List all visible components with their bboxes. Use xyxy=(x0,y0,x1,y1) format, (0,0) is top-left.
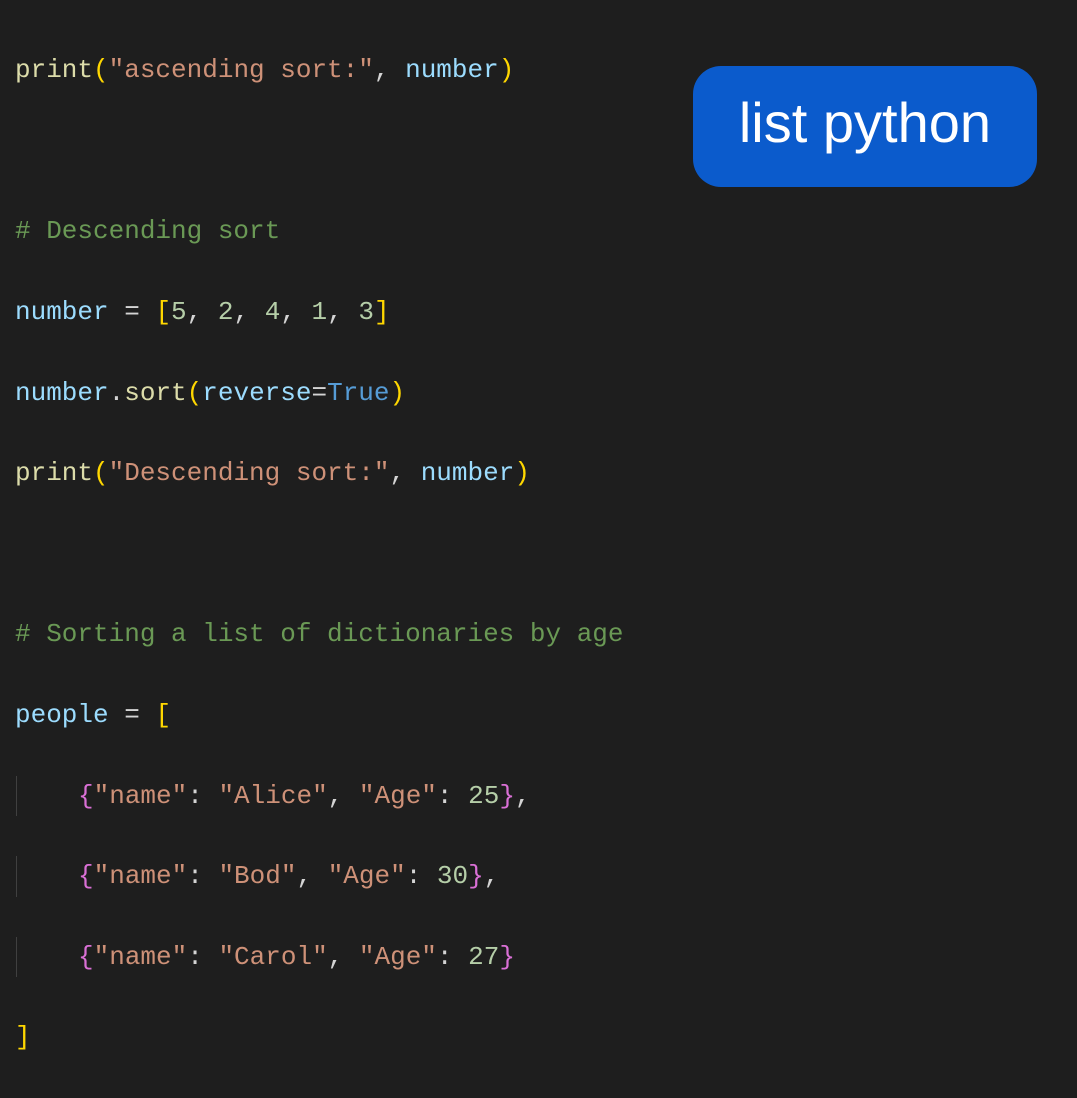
dot: . xyxy=(109,378,125,408)
brace-open: { xyxy=(78,942,94,972)
method-sort: sort xyxy=(124,378,186,408)
var-number: number xyxy=(15,297,109,327)
number-literal: 5 xyxy=(171,297,187,327)
code-line: ] xyxy=(15,1017,1062,1057)
comma: , xyxy=(328,942,359,972)
fn-print: print xyxy=(15,458,93,488)
colon: : xyxy=(437,942,468,972)
colon: : xyxy=(406,861,437,891)
colon: : xyxy=(437,781,468,811)
dict-key: "name" xyxy=(94,861,188,891)
indent-guide xyxy=(16,856,78,896)
brace-open: { xyxy=(78,861,94,891)
comma: , xyxy=(280,297,311,327)
bracket-close: ] xyxy=(374,297,390,327)
number-literal: 3 xyxy=(358,297,374,327)
paren-close: ) xyxy=(390,378,406,408)
colon: : xyxy=(187,861,218,891)
bracket-close: ] xyxy=(15,1022,31,1052)
dict-key: "name" xyxy=(94,942,188,972)
dict-value: "Alice" xyxy=(218,781,327,811)
code-line: # Sorting a list of dictionaries by age xyxy=(15,614,1062,654)
kwarg-reverse: reverse xyxy=(202,378,311,408)
dict-key: "Age" xyxy=(328,861,406,891)
paren-open: ( xyxy=(187,378,203,408)
colon: : xyxy=(187,781,218,811)
string-literal: "Descending sort:" xyxy=(109,458,390,488)
comma: , xyxy=(389,458,420,488)
comma: , xyxy=(484,861,500,891)
var-number: number xyxy=(15,378,109,408)
dict-key: "Age" xyxy=(359,781,437,811)
var-number: number xyxy=(405,55,499,85)
comma: , xyxy=(187,297,218,327)
comma: , xyxy=(515,781,531,811)
number-literal: 30 xyxy=(437,861,468,891)
code-line: number.sort(reverse=True) xyxy=(15,373,1062,413)
number-literal: 1 xyxy=(312,297,328,327)
comment: # Descending sort xyxy=(15,216,280,246)
comment: # Sorting a list of dictionaries by age xyxy=(15,619,624,649)
code-line: print("Descending sort:", number) xyxy=(15,453,1062,493)
dict-key: "Age" xyxy=(359,942,437,972)
paren-open: ( xyxy=(93,458,109,488)
comma: , xyxy=(296,861,327,891)
badge-text: list python xyxy=(739,91,991,154)
string-literal: "ascending sort:" xyxy=(109,55,374,85)
comma: , xyxy=(328,781,359,811)
paren-open: ( xyxy=(93,55,109,85)
code-line: number = [5, 2, 4, 1, 3] xyxy=(15,292,1062,332)
brace-close: } xyxy=(499,781,515,811)
colon: : xyxy=(187,942,218,972)
code-line: {"name": "Bod", "Age": 30}, xyxy=(15,856,1062,896)
dict-value: "Carol" xyxy=(218,942,327,972)
comma: , xyxy=(374,55,405,85)
bracket-open: [ xyxy=(155,700,171,730)
comma: , xyxy=(327,297,358,327)
const-true: True xyxy=(327,378,389,408)
var-number: number xyxy=(421,458,515,488)
number-literal: 4 xyxy=(265,297,281,327)
indent-guide xyxy=(16,937,78,977)
brace-close: } xyxy=(468,861,484,891)
dict-key: "name" xyxy=(94,781,188,811)
paren-close: ) xyxy=(499,55,515,85)
op-eq: = xyxy=(109,700,156,730)
var-people: people xyxy=(15,700,109,730)
code-blank-line xyxy=(15,534,1062,574)
op-eq: = xyxy=(109,297,156,327)
brace-close: } xyxy=(499,942,515,972)
number-literal: 2 xyxy=(218,297,234,327)
title-badge: list python xyxy=(693,66,1037,187)
dict-value: "Bod" xyxy=(218,861,296,891)
indent-guide xyxy=(16,776,78,816)
brace-open: { xyxy=(78,781,94,811)
comma: , xyxy=(233,297,264,327)
op-eq: = xyxy=(311,378,327,408)
code-line: people = [ xyxy=(15,695,1062,735)
paren-close: ) xyxy=(514,458,530,488)
number-literal: 27 xyxy=(468,942,499,972)
number-literal: 25 xyxy=(468,781,499,811)
bracket-open: [ xyxy=(155,297,171,327)
code-line: {"name": "Carol", "Age": 27} xyxy=(15,937,1062,977)
fn-print: print xyxy=(15,55,93,85)
code-line: {"name": "Alice", "Age": 25}, xyxy=(15,776,1062,816)
code-line: # Descending sort xyxy=(15,211,1062,251)
